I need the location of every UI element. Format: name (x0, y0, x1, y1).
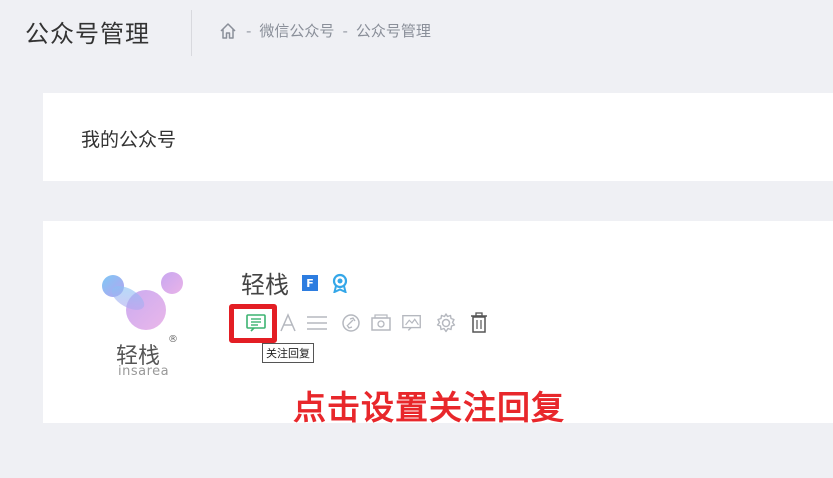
link-icon[interactable] (340, 312, 362, 334)
breadcrumb-item-wechat[interactable]: 微信公众号 (259, 20, 334, 41)
page-title: 公众号管理 (25, 20, 150, 48)
delete-icon[interactable] (468, 312, 490, 334)
logo-graphic-icon (102, 272, 183, 330)
highlight-box (229, 304, 277, 343)
account-name: 轻栈 (241, 271, 289, 299)
page-header: 公众号管理 - 微信公众号 - 公众号管理 (0, 0, 833, 64)
instruction-hint: 点击设置关注回复 (293, 388, 565, 427)
gear-icon[interactable] (435, 312, 457, 334)
image-text-icon[interactable] (401, 312, 423, 334)
menu-icon[interactable] (306, 312, 328, 334)
text-icon[interactable] (277, 312, 299, 334)
media-icon[interactable] (370, 312, 392, 334)
header-divider (191, 10, 192, 56)
tooltip: 关注回复 (262, 343, 314, 363)
logo-subtext: insarea (118, 364, 170, 379)
home-icon[interactable] (218, 21, 238, 41)
f-badge: F (302, 275, 318, 291)
section-card: 我的公众号 (43, 93, 833, 181)
breadcrumb-item-account-manage: 公众号管理 (355, 22, 431, 40)
logo-registered-mark: ® (168, 334, 178, 345)
section-title: 我的公众号 (81, 129, 177, 151)
breadcrumb: - 微信公众号 - 公众号管理 (218, 20, 431, 41)
certified-icon (331, 273, 349, 297)
breadcrumb-separator: - (342, 21, 348, 40)
account-logo: 轻栈 ® insarea (98, 268, 198, 380)
account-card: 轻栈 ® insarea 轻栈 F 关注回复 点击设置关注回复 (43, 221, 833, 427)
breadcrumb-separator: - (246, 21, 252, 40)
